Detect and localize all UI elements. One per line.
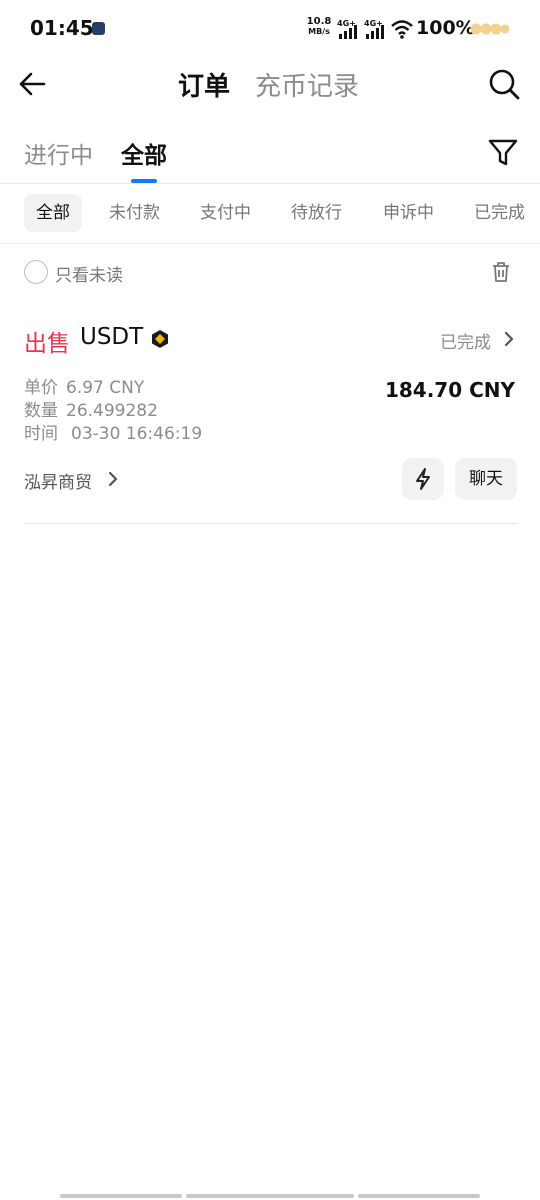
order-coin: USDT xyxy=(80,324,144,350)
filter-chip-appeal[interactable]: 申诉中 xyxy=(371,194,446,232)
quantity-label: 数量 xyxy=(24,401,58,421)
search-icon xyxy=(489,69,520,100)
unread-only-label[interactable]: 只看未读 xyxy=(55,261,123,286)
filter-chip-all[interactable]: 全部 xyxy=(24,194,82,232)
time-row: 时间 03-30 16:46:19 xyxy=(24,419,202,444)
price-label: 单价 xyxy=(24,378,58,398)
signal-1-label: 4G+ xyxy=(337,19,356,28)
tab-all[interactable]: 全部 xyxy=(121,136,167,170)
signal-icon: 4G+ xyxy=(364,19,384,39)
quantity-value: 26.499282 xyxy=(66,401,158,421)
back-button[interactable] xyxy=(16,68,52,100)
navigation-gesture-bar[interactable] xyxy=(358,1194,480,1198)
filter-icon xyxy=(488,139,518,166)
chat-button[interactable]: 聊天 xyxy=(455,458,517,500)
price-value: 6.97 CNY xyxy=(66,378,145,398)
order-status[interactable]: 已完成 xyxy=(440,328,491,353)
search-button[interactable] xyxy=(486,66,522,102)
divider xyxy=(0,243,540,244)
time-value: 03-30 16:46:19 xyxy=(71,424,203,444)
coin-badge-icon xyxy=(152,330,168,348)
order-total: 184.70 CNY xyxy=(384,378,515,402)
battery-icon xyxy=(470,23,510,35)
app-notification-icon xyxy=(92,22,105,35)
signal-icon: 4G+ xyxy=(337,19,357,39)
back-arrow-icon xyxy=(19,72,46,96)
wifi-icon xyxy=(391,20,413,39)
quick-action-button[interactable] xyxy=(402,458,444,500)
filter-chip-pending-release[interactable]: 待放行 xyxy=(279,194,354,232)
filter-chip-unpaid[interactable]: 未付款 xyxy=(97,194,172,232)
divider xyxy=(0,183,540,184)
unread-only-checkbox[interactable] xyxy=(24,260,48,284)
tab-in-progress[interactable]: 进行中 xyxy=(24,136,93,170)
merchant-name[interactable]: 泓昇商贸 xyxy=(24,468,92,493)
page-title[interactable]: 订单 xyxy=(178,66,230,103)
quantity-row: 数量 26.499282 xyxy=(24,396,158,421)
navigation-gesture-bar[interactable] xyxy=(186,1194,354,1198)
trash-icon xyxy=(493,262,509,282)
divider xyxy=(24,523,517,524)
battery-percent: 100% xyxy=(416,17,475,39)
network-speed-value: 10.8 xyxy=(306,16,332,27)
delete-button[interactable] xyxy=(490,260,512,284)
chevron-right-icon[interactable] xyxy=(502,330,516,348)
filter-chip-completed[interactable]: 已完成 xyxy=(462,194,537,232)
filter-chip-paying[interactable]: 支付中 xyxy=(188,194,263,232)
navigation-gesture-bar[interactable] xyxy=(60,1194,182,1198)
time-label: 时间 xyxy=(24,424,58,444)
lightning-icon xyxy=(416,468,430,490)
order-side: 出售 xyxy=(24,331,70,357)
status-time: 01:45 xyxy=(30,16,94,40)
network-speed: 10.8 MB/s xyxy=(306,17,332,37)
chevron-right-icon[interactable] xyxy=(106,470,120,488)
signal-2-label: 4G+ xyxy=(364,19,383,28)
deposit-records-tab[interactable]: 充币记录 xyxy=(255,66,359,103)
filter-button[interactable] xyxy=(486,134,520,170)
network-speed-unit: MB/s xyxy=(308,27,330,36)
price-row: 单价 6.97 CNY xyxy=(24,373,144,398)
